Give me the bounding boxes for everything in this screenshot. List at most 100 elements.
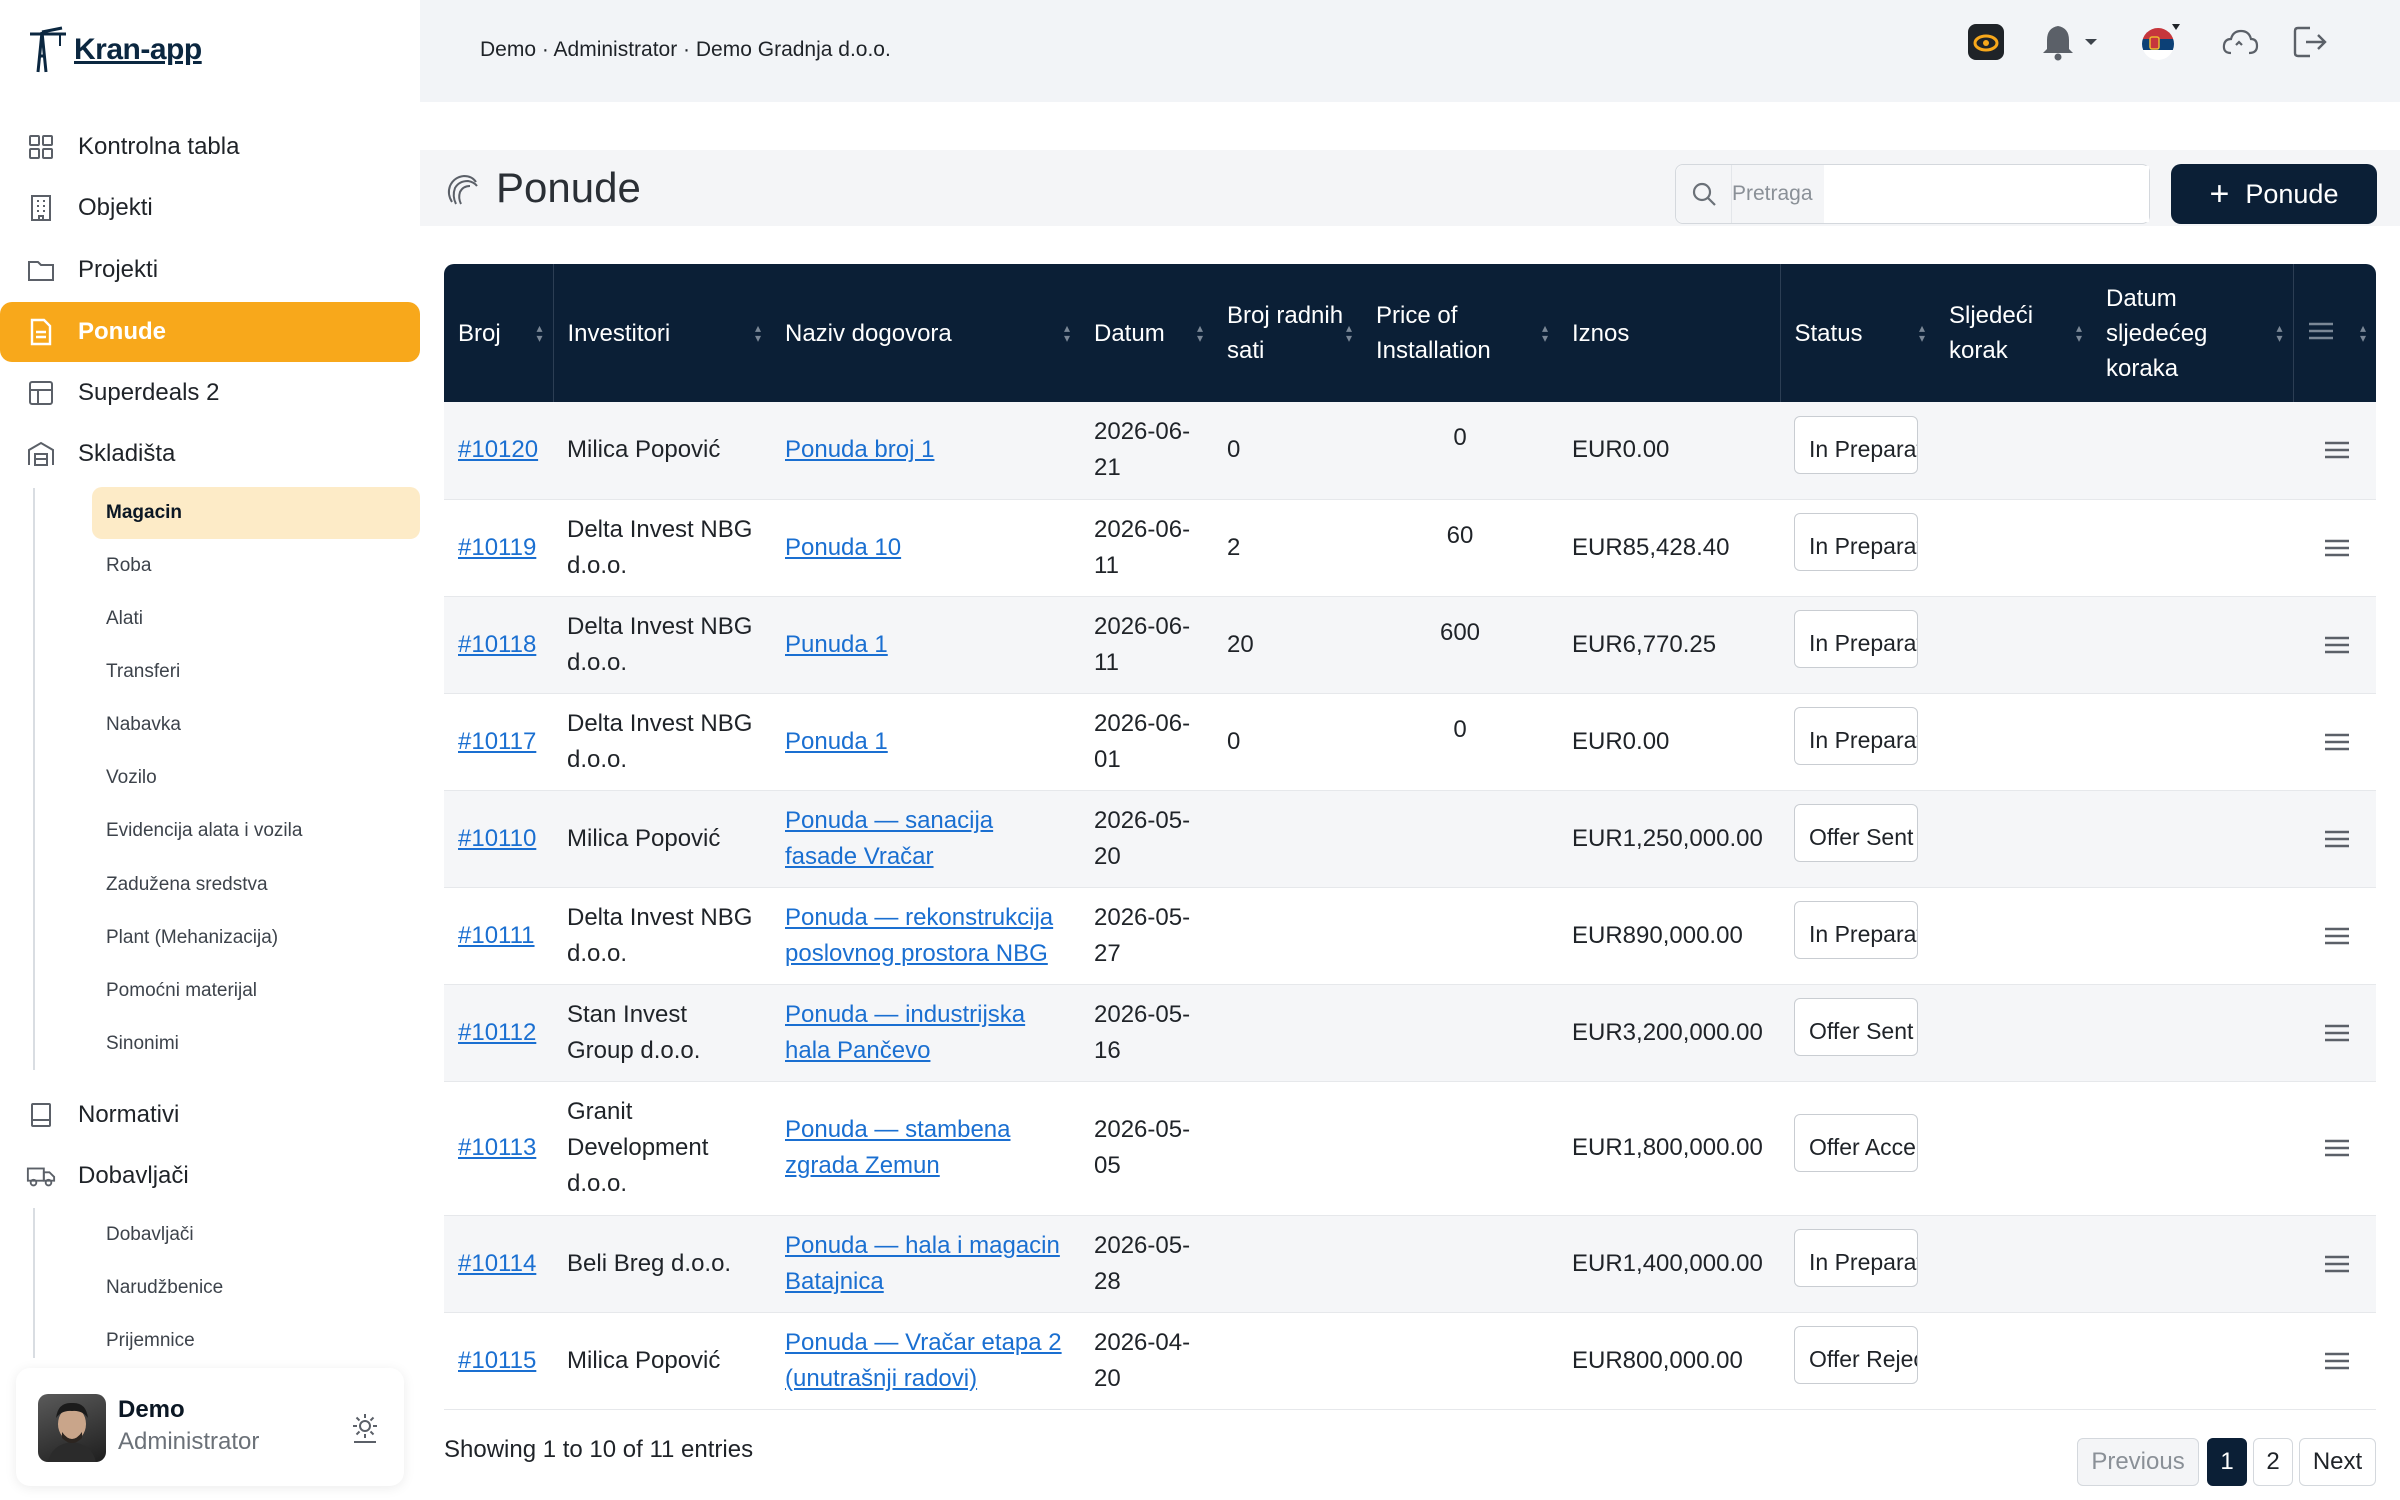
row-menu-icon[interactable] [2324,829,2350,849]
cell-investitor: Delta Invest NBG d.o.o. [567,903,753,967]
offer-name-link[interactable]: Ponuda 10 [785,534,901,561]
status-select[interactable]: Offer Sent [1794,804,1918,862]
column-header-iznos[interactable]: Iznos [1558,264,1780,402]
status-select[interactable]: Offer Rejected [1794,1326,1918,1384]
status-select[interactable]: In Preparation [1794,707,1918,765]
sub-item-alati[interactable]: Alati [92,593,420,645]
settings-gear-icon[interactable] [348,1410,382,1444]
sub-item-plant[interactable]: Plant (Mehanizacija) [92,912,420,964]
sub-item-sinonimi[interactable]: Sinonimi [92,1018,420,1070]
column-header-datum-sljedeceg[interactable]: Datum sljedećeg koraka ▴ ▾ [2092,264,2293,402]
sub-item-prijemnice[interactable]: Prijemnice [92,1315,420,1367]
search-input[interactable] [1824,166,2149,222]
row-menu-icon[interactable] [2324,732,2350,752]
status-select[interactable]: Offer Accepted [1794,1113,1918,1172]
cell-price: 0 [1453,715,1467,743]
nav-item-dobavljaci[interactable]: Dobavljači [0,1146,420,1206]
nav-item-skladista[interactable]: Skladišta [0,424,420,484]
column-header-sljedeci-korak[interactable]: Sljedeći korak ▴ ▾ [1935,264,2092,402]
sub-item-narudzbenice[interactable]: Narudžbenice [92,1262,420,1314]
sub-item-nabavka[interactable]: Nabavka [92,699,420,751]
offer-number-link[interactable]: #10110 [458,825,536,852]
status-select[interactable]: Offer Sent [1794,998,1918,1056]
sub-item-zaduzena-sredstva[interactable]: Zadužena sredstva [92,859,420,911]
cell-naziv: Ponuda broj 1 [771,402,1080,499]
offer-number-link[interactable]: #10118 [458,631,536,658]
row-menu-icon[interactable] [2324,926,2350,946]
sub-item-vozilo[interactable]: Vozilo [92,752,420,804]
sub-item-roba[interactable]: Roba [92,540,420,592]
offer-number-link[interactable]: #10113 [458,1134,536,1161]
nav-item-normativi[interactable]: Normativi [0,1085,420,1145]
row-menu-icon[interactable] [2324,1138,2350,1158]
sub-item-transferi[interactable]: Transferi [92,646,420,698]
column-header-status[interactable]: Status ▴ ▾ [1779,264,1935,402]
page-2-button[interactable]: 2 [2253,1438,2293,1486]
column-settings-header[interactable]: ▴ ▾ [2292,264,2376,402]
status-select[interactable]: In Preparation [1794,610,1918,668]
app-logo[interactable]: Kran-app [28,26,202,74]
next-page-button[interactable]: Next [2299,1438,2376,1486]
nav-item-superdeals[interactable]: Superdeals 2 [0,363,420,423]
offer-name-link[interactable]: Ponuda — Vračar etapa 2 (unutrašnji rado… [785,1329,1062,1392]
sub-item-label: Evidencija alata i vozila [106,820,303,841]
nav-item-projekti[interactable]: Projekti [0,240,420,300]
sub-item-pomocni-materijal[interactable]: Pomoćni materijal [92,965,420,1017]
offer-name-link[interactable]: Ponuda 1 [785,728,888,755]
offer-number-link[interactable]: #10119 [458,534,536,561]
row-menu-icon[interactable] [2324,440,2350,460]
cell-broj-sati: 0 [1227,727,1241,755]
column-header-price[interactable]: Price of Installation ▴ ▾ [1362,264,1558,402]
serbia-flag-icon[interactable] [2138,20,2182,64]
offer-name-link[interactable]: Ponuda — rekonstrukcija poslovnog prosto… [785,904,1053,967]
cell-datum: 2026-05-27 [1094,903,1191,967]
cell-iznos: EUR0.00 [1572,727,1670,755]
status-select[interactable]: In Preparation [1794,901,1918,959]
page-1-button[interactable]: 1 [2207,1438,2247,1486]
offer-number-link[interactable]: #10117 [458,728,536,755]
cloud-sync-icon[interactable] [2218,20,2262,64]
sub-item-evidencija[interactable]: Evidencija alata i vozila [92,805,420,857]
offer-number-link[interactable]: #10114 [458,1250,536,1277]
cell-naziv: Punuda 1 [771,596,1080,693]
nav-item-objekti[interactable]: Objekti [0,178,420,238]
header-label: Naziv dogovora [785,319,952,347]
sub-item-magacin[interactable]: Magacin [92,487,420,539]
offer-number-link[interactable]: #10120 [458,436,538,463]
notification-bell-icon[interactable] [2036,20,2080,64]
column-header-broj-sati[interactable]: Broj radnih sati ▴ ▾ [1213,264,1362,402]
add-ponuda-button[interactable]: + Ponude [2171,164,2377,224]
row-menu-icon[interactable] [2324,1351,2350,1371]
offer-number-link[interactable]: #10112 [458,1019,536,1046]
offer-number-link[interactable]: #10111 [458,922,535,949]
row-menu-icon[interactable] [2324,538,2350,558]
offer-name-link[interactable]: Punuda 1 [785,631,888,658]
logout-icon[interactable] [2288,20,2332,64]
column-header-naziv[interactable]: Naziv dogovora ▴ ▾ [771,264,1080,402]
status-select[interactable]: In Preparation [1794,1229,1918,1287]
app-badge-icon[interactable] [1964,20,2008,64]
previous-page-button[interactable]: Previous [2077,1438,2199,1486]
avatar[interactable] [38,1394,106,1462]
header-label: Datum [1094,319,1165,347]
status-select[interactable]: In Preparation [1794,513,1918,571]
column-header-broj[interactable]: Broj ▴ ▾ [444,264,553,402]
offer-name-link[interactable]: Ponuda — stambena zgrada Zemun [785,1116,1010,1179]
sub-item-dobavljaci[interactable]: Dobavljači [92,1209,420,1261]
offer-number-link[interactable]: #10115 [458,1347,536,1374]
row-menu-icon[interactable] [2324,1254,2350,1274]
offer-name-link[interactable]: Ponuda — hala i magacin Batajnica [785,1232,1060,1295]
status-select[interactable]: In Preparation [1794,415,1918,474]
nav-item-ponude[interactable]: Ponude [0,302,420,362]
offer-name-link[interactable]: Ponuda broj 1 [785,436,934,463]
nav-item-kontrolna-tabla[interactable]: Kontrolna tabla [0,117,420,177]
cell-broj: #10114 [444,1215,553,1312]
chevron-down-icon[interactable] [2080,20,2102,64]
offer-name-link[interactable]: Ponuda — industrijska hala Pančevo [785,1001,1025,1064]
cell-sljedeci-korak [1935,790,2092,887]
row-menu-icon[interactable] [2324,1023,2350,1043]
row-menu-icon[interactable] [2324,635,2350,655]
offer-name-link[interactable]: Ponuda — sanacija fasade Vračar [785,807,993,870]
column-header-datum[interactable]: Datum ▴ ▾ [1080,264,1213,402]
column-header-investitori[interactable]: Investitori ▴ ▾ [552,264,771,402]
